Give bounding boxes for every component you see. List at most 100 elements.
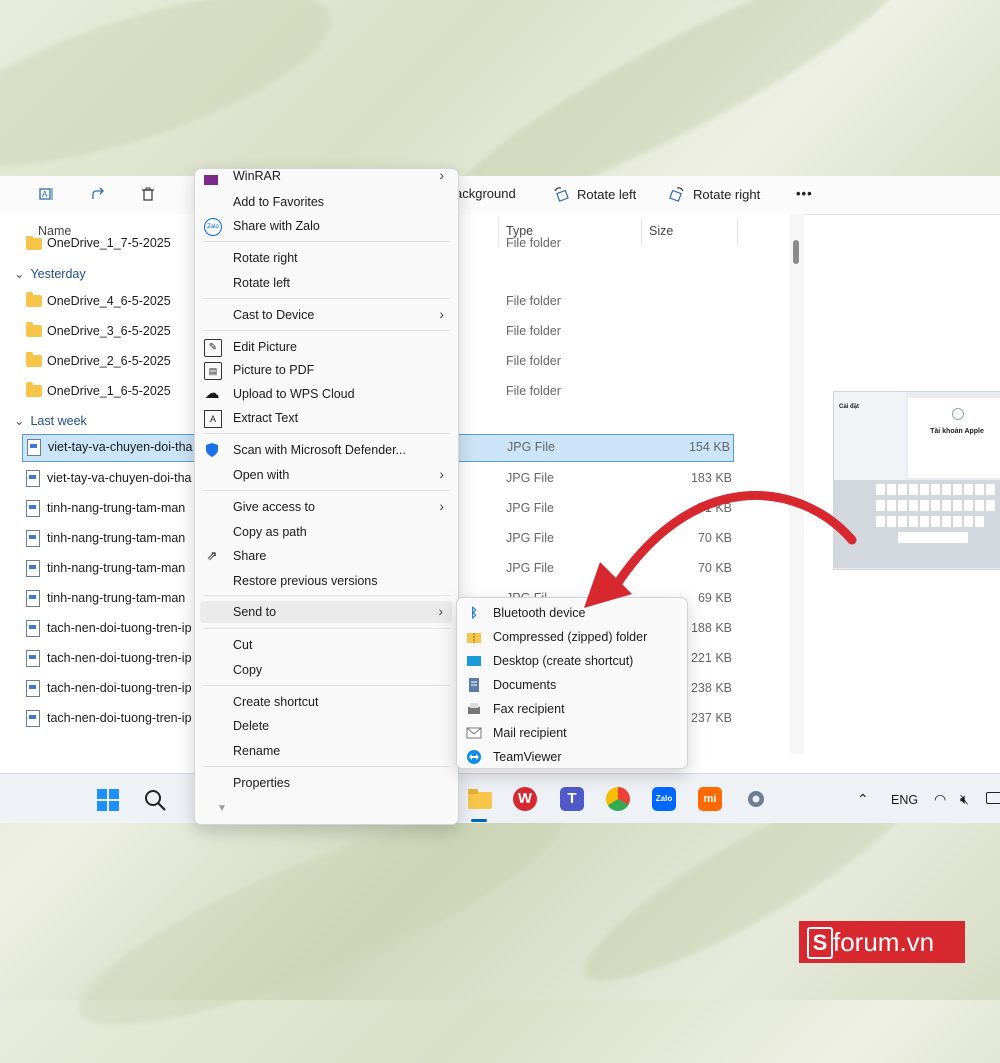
folder-icon [26,352,42,367]
menu-item-label: Share with Zalo [233,219,320,233]
item-name: tach-nen-doi-tuong-tren-ip [47,711,192,725]
menu-item-send-to[interactable]: Send to › [200,601,452,623]
item-name: tach-nen-doi-tuong-tren-ip [47,681,192,695]
menu-item-edit-picture[interactable]: ✎ Edit Picture [195,336,458,358]
start-button[interactable] [96,788,120,812]
edit-picture-icon: ✎ [204,339,222,357]
item-type: JPG File [506,561,554,575]
submenu-item-label: Documents [493,678,557,692]
submenu-item-teamviewer[interactable]: TeamViewer [457,746,687,768]
chevron-up-icon[interactable]: ⌃ [857,791,869,808]
menu-item-picture-to-pdf[interactable]: ▤ Picture to PDF [195,359,458,381]
menu-item-delete[interactable]: Delete [195,715,458,737]
shield-icon [204,442,220,458]
menu-item-properties[interactable]: Properties [195,772,458,794]
menu-item-restore-previous-versions[interactable]: Restore previous versions [195,570,458,592]
menu-item-create-shortcut[interactable]: Create shortcut [195,691,458,713]
set-background-button[interactable]: ackground [455,186,516,201]
item-type: File folder [506,384,561,398]
image-file-icon [26,560,40,577]
menu-item-label: Send to [233,605,277,619]
search-button[interactable] [143,788,167,812]
menu-divider [203,766,450,767]
item-type: File folder [506,294,561,308]
submenu-item-mail[interactable]: Mail recipient [457,722,687,744]
active-app-indicator [471,819,487,822]
menu-item-scan-defender[interactable]: Scan with Microsoft Defender... [195,439,458,461]
search-icon [145,790,166,811]
preview-heading: Tài khoản Apple [930,428,984,435]
group-header-yesterday[interactable]: Yesterday [14,266,85,281]
volume-muted-icon[interactable]: 🔇︎ [960,791,969,808]
group-header-last-week[interactable]: Last week [14,413,86,428]
menu-item-label: Rename [233,744,281,758]
teams-icon[interactable]: T [560,787,584,811]
item-size: 238 KB [690,681,732,695]
mi-app-button[interactable]: mi [698,787,722,811]
rotate-right-button[interactable]: Rotate right [669,186,760,202]
menu-item-label: Add to Favorites [233,195,325,209]
menu-item-rotate-left[interactable]: Rotate left [195,272,458,294]
menu-item-give-access[interactable]: Give access to › [195,496,458,518]
menu-item-winrar[interactable]: WinRAR › [195,167,458,191]
item-name: tinh-nang-trung-tam-man [47,591,186,605]
menu-item-extract-text[interactable]: A Extract Text [195,407,458,429]
item-name: OneDrive_1_7-5-2025 [47,236,171,250]
menu-item-label: Restore previous versions [233,574,378,588]
menu-item-label: Edit Picture [233,340,297,354]
more-options-button[interactable]: ••• [796,186,813,201]
menu-item-label: Copy as path [233,525,307,539]
item-size: 188 KB [690,621,732,635]
annotation-arrow [584,491,857,608]
scrollbar-thumb[interactable] [793,240,799,264]
folder-icon [26,382,42,397]
scroll-down-arrow-icon[interactable]: ▼ [217,803,227,814]
image-file-icon [26,590,40,607]
menu-item-add-to-favorites[interactable]: Add to Favorites [195,191,458,213]
file-explorer-taskbar-button[interactable] [467,788,493,810]
menu-item-rename[interactable]: Rename [195,740,458,762]
menu-item-label: Share [233,549,267,563]
zalo-button[interactable]: Zalo [652,787,676,811]
bluetooth-icon: ᛒ [470,605,478,620]
submenu-item-label: Mail recipient [493,726,567,740]
image-file-icon [26,470,40,487]
chevron-right-icon: › [439,306,444,322]
item-type: File folder [506,354,561,368]
wps-office-button[interactable]: W [513,787,537,811]
share-icon[interactable] [90,186,106,202]
menu-item-cut[interactable]: Cut [195,634,458,656]
svg-text:A: A [42,190,48,199]
language-indicator[interactable]: ENG [891,793,918,807]
image-file-icon [26,680,40,697]
item-name: tinh-nang-trung-tam-man [47,561,186,575]
menu-item-share[interactable]: ⇗ Share [195,545,458,567]
wifi-icon[interactable]: ◠ [934,791,946,808]
menu-divider [203,433,450,434]
menu-item-cast-to-device[interactable]: Cast to Device › [195,304,458,326]
menu-item-upload-wps-cloud[interactable]: ☁︎ Upload to WPS Cloud [195,383,458,405]
submenu-item-zip-folder[interactable]: Compressed (zipped) folder [457,626,687,648]
submenu-item-desktop[interactable]: Desktop (create shortcut) [457,650,687,672]
menu-item-copy[interactable]: Copy [195,659,458,681]
menu-item-label: Create shortcut [233,695,319,709]
battery-icon[interactable] [986,792,1000,804]
rotate-left-button[interactable]: Rotate left [553,186,636,202]
menu-item-copy-as-path[interactable]: Copy as path [195,521,458,543]
menu-item-label: Open with [233,468,290,482]
command-bar: A ackground Rotate left Rotate right ••• [0,176,1000,215]
menu-item-open-with[interactable]: Open with › [195,464,458,486]
submenu-item-label: Desktop (create shortcut) [493,654,634,668]
rotate-left-label: Rotate left [577,186,637,202]
rename-icon[interactable]: A [38,186,54,202]
delete-icon[interactable] [140,186,156,202]
submenu-item-documents[interactable]: Documents [457,674,687,696]
chrome-icon[interactable] [606,787,630,811]
item-type: JPG File [507,440,555,454]
settings-button[interactable] [744,787,768,811]
menu-item-share-with-zalo[interactable]: Zalo Share with Zalo [195,215,458,237]
menu-item-label: Properties [233,776,290,790]
windows-logo-icon [97,789,119,811]
menu-item-rotate-right[interactable]: Rotate right [195,247,458,269]
submenu-item-fax[interactable]: Fax recipient [457,698,687,720]
